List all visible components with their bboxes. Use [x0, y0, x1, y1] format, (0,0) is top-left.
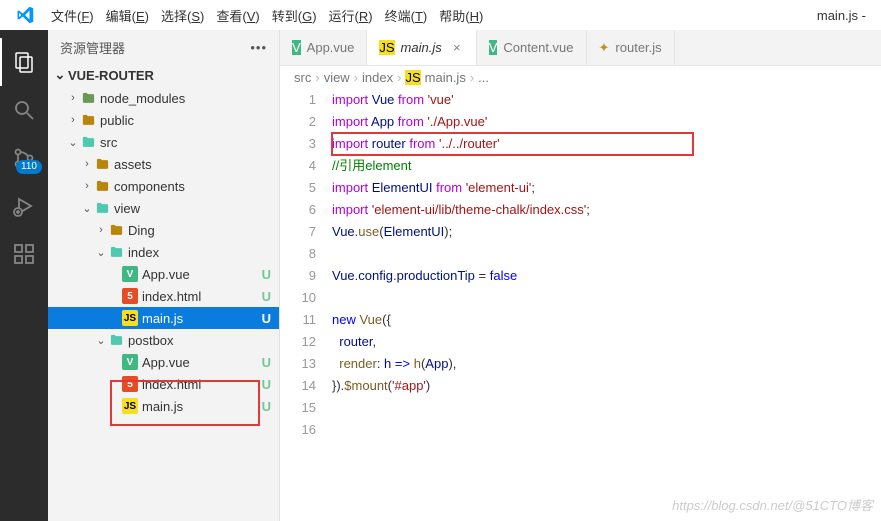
tree-row[interactable]: ›node_modules [48, 87, 279, 109]
breadcrumb-item[interactable]: src [294, 70, 311, 85]
tree-row[interactable]: VApp.vueU [48, 263, 279, 285]
debug-action[interactable] [0, 182, 48, 230]
menubar: 文件(F)编辑(E)选择(S)查看(V)转到(G)运行(R)终端(T)帮助(H)… [0, 0, 881, 30]
editor-area: VApp.vueJSmain.js×VContent.vue✦router.js… [280, 30, 881, 521]
explorer-action[interactable] [0, 38, 48, 86]
tab[interactable]: JSmain.js× [367, 30, 476, 65]
tree-row[interactable]: ›Ding [48, 219, 279, 241]
tab-bar: VApp.vueJSmain.js×VContent.vue✦router.js [280, 30, 881, 66]
tree-row[interactable]: ›components [48, 175, 279, 197]
extensions-action[interactable] [0, 230, 48, 278]
menu-item[interactable]: 文件(F) [45, 9, 100, 24]
scm-action[interactable]: 110 [0, 134, 48, 182]
menu-item[interactable]: 运行(R) [323, 9, 379, 24]
code-editor[interactable]: 12345678910111213141516 import Vue from … [280, 89, 881, 521]
tree-row[interactable]: ⌄view [48, 197, 279, 219]
menu-item[interactable]: 转到(G) [266, 9, 323, 24]
sidebar: 资源管理器 ••• ⌄VUE-ROUTER ›node_modules›publ… [48, 30, 280, 521]
tree-row[interactable]: ⌄index [48, 241, 279, 263]
tab[interactable]: VApp.vue [280, 30, 367, 65]
vscode-icon [15, 5, 35, 25]
breadcrumbs[interactable]: src›view›index›JSmain.js›... [280, 66, 881, 89]
menu-item[interactable]: 选择(S) [155, 9, 210, 24]
breadcrumb-item[interactable]: index [362, 70, 393, 85]
tree-section-header[interactable]: ⌄VUE-ROUTER [48, 65, 279, 87]
search-action[interactable] [0, 86, 48, 134]
tree-row[interactable]: ›assets [48, 153, 279, 175]
menu-item[interactable]: 帮助(H) [433, 9, 489, 24]
breadcrumb-item[interactable]: view [324, 70, 350, 85]
tree-row[interactable]: JSmain.jsU [48, 395, 279, 417]
tree-row[interactable]: 5index.htmlU [48, 285, 279, 307]
sidebar-more-icon[interactable]: ••• [250, 40, 267, 55]
sidebar-title: 资源管理器 [60, 38, 125, 57]
menu-item[interactable]: 查看(V) [210, 9, 265, 24]
close-icon[interactable]: × [450, 40, 464, 55]
tree-row[interactable]: ›public [48, 109, 279, 131]
tree-row[interactable]: ⌄postbox [48, 329, 279, 351]
breadcrumb-item[interactable]: ... [478, 70, 489, 85]
tab[interactable]: ✦router.js [587, 30, 675, 65]
menu-item[interactable]: 编辑(E) [100, 9, 155, 24]
menu-item[interactable]: 终端(T) [379, 9, 434, 24]
breadcrumb-item[interactable]: main.js [425, 70, 466, 85]
tree-row[interactable]: ⌄src [48, 131, 279, 153]
window-title: main.js - [817, 8, 876, 23]
tree-row[interactable]: JSmain.jsU [48, 307, 279, 329]
activity-bar: 110 [0, 30, 48, 521]
tab[interactable]: VContent.vue [477, 30, 587, 65]
tree-row[interactable]: VApp.vueU [48, 351, 279, 373]
scm-badge: 110 [16, 160, 42, 174]
tree-row[interactable]: 5index.htmlU [48, 373, 279, 395]
